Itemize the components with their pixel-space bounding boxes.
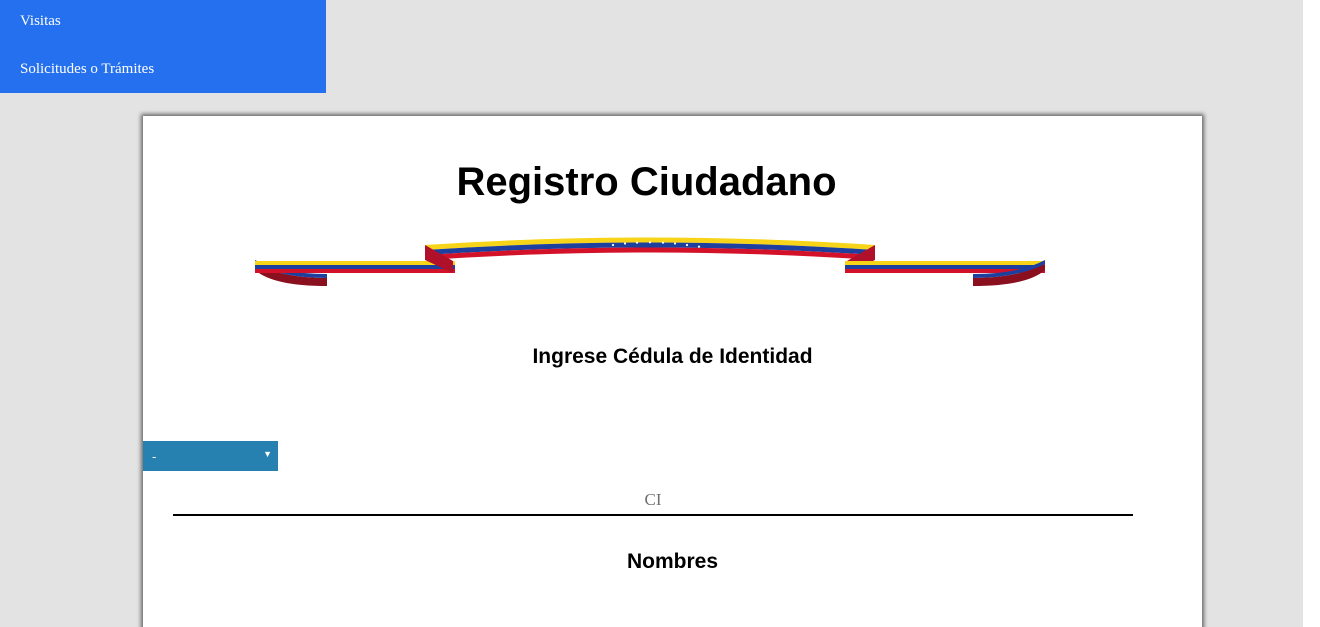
document-type-value: - bbox=[152, 449, 157, 464]
registration-card: Registro Ciudadano Ingrese Cédula de Ide… bbox=[143, 116, 1202, 627]
page-viewport: Visitas Solicitudes o Trámites Registro … bbox=[0, 0, 1303, 627]
menu-item-visitas[interactable]: Visitas bbox=[20, 13, 61, 30]
names-heading: Nombres bbox=[626, 550, 719, 573]
venezuela-flag-ribbon-icon bbox=[255, 237, 1045, 286]
scrollbar-gutter bbox=[1303, 0, 1320, 627]
chevron-down-icon: ▼ bbox=[263, 449, 272, 459]
ci-input[interactable] bbox=[173, 486, 1133, 516]
document-type-select[interactable]: - ▼ bbox=[143, 441, 278, 471]
page-title: Registro Ciudadano bbox=[456, 160, 837, 204]
menu-item-solicitudes[interactable]: Solicitudes o Trámites bbox=[20, 61, 154, 78]
ci-heading: Ingrese Cédula de Identidad bbox=[532, 345, 813, 368]
top-menu: Visitas Solicitudes o Trámites bbox=[0, 0, 326, 93]
